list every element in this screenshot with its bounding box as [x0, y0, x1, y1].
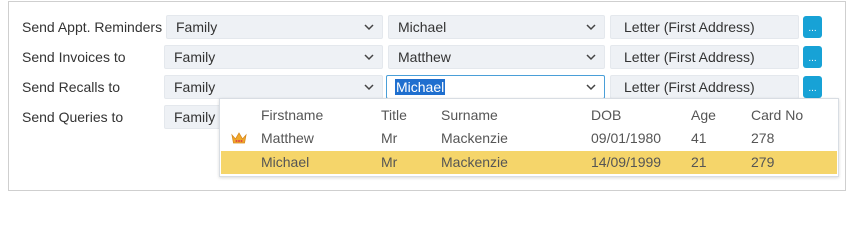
person-dropdown-list: Firstname Title Surname DOB Age Card No … [219, 98, 839, 177]
label-send-queries-to: Send Queries to [22, 109, 124, 125]
cell-age: 21 [691, 154, 707, 170]
ellipsis-label: ... [808, 83, 817, 94]
select-value: Matthew [398, 49, 451, 65]
label-send-recalls-to: Send Recalls to [22, 79, 121, 95]
column-header-surname: Surname [441, 107, 498, 123]
recalls-more-button[interactable]: ... [803, 76, 822, 98]
label-send-appt-reminders: Send Appt. Reminders [22, 19, 163, 35]
combobox-selected-text[interactable]: Michael [395, 79, 446, 95]
recalls-person-combobox[interactable]: Michael [386, 75, 605, 99]
label-send-invoices-to: Send Invoices to [22, 49, 126, 65]
field-value: Letter (First Address) [624, 79, 755, 95]
appt-reminders-more-button[interactable]: ... [803, 16, 822, 38]
chevron-down-icon [364, 54, 374, 61]
ellipsis-label: ... [808, 53, 817, 64]
cell-title: Mr [381, 130, 398, 146]
column-header-card-no: Card No [751, 107, 804, 123]
field-value: Letter (First Address) [624, 49, 755, 65]
cell-dob: 09/01/1980 [591, 130, 662, 146]
select-value: Michael [398, 19, 447, 35]
ellipsis-label: ... [808, 23, 817, 34]
appt-reminders-type-select[interactable]: Family [166, 15, 383, 39]
crown-icon [231, 132, 247, 144]
column-header-title: Title [381, 107, 407, 123]
dropdown-option-michael[interactable]: Michael Mr Mackenzie 14/09/1999 21 279 [221, 151, 837, 174]
invoices-type-select[interactable]: Family [164, 45, 383, 69]
chevron-down-icon [364, 84, 374, 91]
cell-firstname: Matthew [261, 130, 314, 146]
cell-firstname: Michael [261, 154, 310, 170]
select-value: Family [174, 49, 216, 65]
select-value: Family [174, 79, 216, 95]
invoices-method-field[interactable]: Letter (First Address) [610, 45, 799, 69]
column-header-firstname: Firstname [261, 107, 324, 123]
select-value: Family [174, 109, 216, 125]
cell-card-no: 279 [751, 154, 775, 170]
cell-surname: Mackenzie [441, 130, 508, 146]
dropdown-option-matthew[interactable]: Matthew Mr Mackenzie 09/01/1980 41 278 [221, 127, 837, 150]
cell-age: 41 [691, 130, 707, 146]
select-value: Family [176, 19, 218, 35]
cell-title: Mr [381, 154, 398, 170]
appt-reminders-person-select[interactable]: Michael [388, 15, 605, 39]
chevron-down-icon [364, 24, 374, 31]
chevron-down-icon [586, 24, 596, 31]
cell-dob: 14/09/1999 [591, 154, 662, 170]
cell-card-no: 278 [751, 130, 775, 146]
invoices-more-button[interactable]: ... [803, 46, 822, 68]
column-header-dob: DOB [591, 107, 622, 123]
field-value: Letter (First Address) [624, 19, 755, 35]
cell-surname: Mackenzie [441, 154, 508, 170]
chevron-down-icon[interactable] [586, 83, 596, 91]
column-header-age: Age [691, 107, 716, 123]
recalls-method-field[interactable]: Letter (First Address) [610, 75, 799, 99]
invoices-person-select[interactable]: Matthew [388, 45, 605, 69]
appt-reminders-method-field[interactable]: Letter (First Address) [610, 15, 799, 39]
recalls-type-select[interactable]: Family [164, 75, 383, 99]
chevron-down-icon [586, 54, 596, 61]
